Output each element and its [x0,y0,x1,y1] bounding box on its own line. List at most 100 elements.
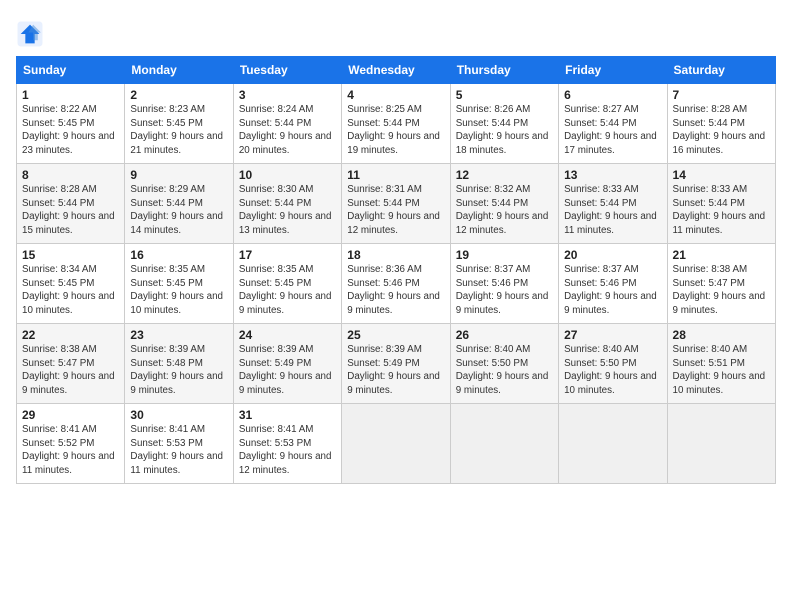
day-number: 4 [347,88,444,102]
day-number: 22 [22,328,119,342]
day-detail: Sunrise: 8:39 AMSunset: 5:49 PMDaylight:… [239,344,332,396]
calendar-cell: 24 Sunrise: 8:39 AMSunset: 5:49 PMDayligh… [233,324,341,404]
logo [16,20,46,48]
day-number: 16 [130,248,227,262]
day-number: 18 [347,248,444,262]
day-detail: Sunrise: 8:28 AMSunset: 5:44 PMDaylight:… [22,184,115,236]
day-detail: Sunrise: 8:39 AMSunset: 5:49 PMDaylight:… [347,344,440,396]
calendar-cell: 2 Sunrise: 8:23 AMSunset: 5:45 PMDaylight… [125,84,233,164]
day-detail: Sunrise: 8:35 AMSunset: 5:45 PMDaylight:… [130,264,223,316]
day-number: 5 [456,88,553,102]
weekday-header-wednesday: Wednesday [342,57,450,84]
day-detail: Sunrise: 8:30 AMSunset: 5:44 PMDaylight:… [239,184,332,236]
day-number: 9 [130,168,227,182]
weekday-header-saturday: Saturday [667,57,775,84]
calendar-cell: 29 Sunrise: 8:41 AMSunset: 5:52 PMDayligh… [17,404,125,484]
weekday-header-tuesday: Tuesday [233,57,341,84]
calendar-cell: 6Sunrise: 8:27 AMSunset: 5:44 PMDaylight… [559,84,667,164]
calendar-cell: 11Sunrise: 8:31 AMSunset: 5:44 PMDayligh… [342,164,450,244]
day-detail: Sunrise: 8:40 AMSunset: 5:50 PMDaylight:… [456,344,549,396]
calendar-cell: 5 Sunrise: 8:26 AMSunset: 5:44 PMDaylight… [450,84,558,164]
calendar-cell: 23 Sunrise: 8:39 AMSunset: 5:48 PMDayligh… [125,324,233,404]
day-number: 27 [564,328,661,342]
calendar-cell: 12 Sunrise: 8:32 AMSunset: 5:44 PMDayligh… [450,164,558,244]
day-number: 24 [239,328,336,342]
calendar-table: SundayMondayTuesdayWednesdayThursdayFrid… [16,56,776,484]
day-detail: Sunrise: 8:38 AMSunset: 5:47 PMDaylight:… [673,264,766,316]
weekday-header-sunday: Sunday [17,57,125,84]
calendar-cell: 22 Sunrise: 8:38 AMSunset: 5:47 PMDayligh… [17,324,125,404]
day-number: 14 [673,168,770,182]
day-detail: Sunrise: 8:40 AMSunset: 5:50 PMDaylight:… [564,344,657,396]
day-detail: Sunrise: 8:40 AMSunset: 5:51 PMDaylight:… [673,344,766,396]
day-detail: Sunrise: 8:36 AMSunset: 5:46 PMDaylight:… [347,264,440,316]
day-number: 12 [456,168,553,182]
day-detail: Sunrise: 8:23 AMSunset: 5:45 PMDaylight:… [130,104,223,156]
calendar-cell: 10 Sunrise: 8:30 AMSunset: 5:44 PMDayligh… [233,164,341,244]
calendar-week-row: 1Sunrise: 8:22 AMSunset: 5:45 PMDaylight… [17,84,776,164]
day-number: 21 [673,248,770,262]
page-container: SundayMondayTuesdayWednesdayThursdayFrid… [0,0,792,492]
weekday-header-friday: Friday [559,57,667,84]
day-number: 13 [564,168,661,182]
calendar-cell: 14 Sunrise: 8:33 AMSunset: 5:44 PMDayligh… [667,164,775,244]
calendar-week-row: 15 Sunrise: 8:34 AMSunset: 5:45 PMDayligh… [17,244,776,324]
day-detail: Sunrise: 8:25 AMSunset: 5:44 PMDaylight:… [347,104,440,156]
calendar-cell: 25 Sunrise: 8:39 AMSunset: 5:49 PMDayligh… [342,324,450,404]
calendar-cell: 13Sunrise: 8:33 AMSunset: 5:44 PMDayligh… [559,164,667,244]
day-detail: Sunrise: 8:41 AMSunset: 5:53 PMDaylight:… [130,424,223,476]
calendar-week-row: 29 Sunrise: 8:41 AMSunset: 5:52 PMDayligh… [17,404,776,484]
calendar-cell: 18 Sunrise: 8:36 AMSunset: 5:46 PMDayligh… [342,244,450,324]
logo-icon [16,20,44,48]
day-number: 25 [347,328,444,342]
day-number: 2 [130,88,227,102]
day-detail: Sunrise: 8:32 AMSunset: 5:44 PMDaylight:… [456,184,549,236]
header [16,16,776,48]
day-detail: Sunrise: 8:24 AMSunset: 5:44 PMDaylight:… [239,104,332,156]
calendar-cell [559,404,667,484]
calendar-cell: 28Sunrise: 8:40 AMSunset: 5:51 PMDayligh… [667,324,775,404]
day-detail: Sunrise: 8:34 AMSunset: 5:45 PMDaylight:… [22,264,115,316]
day-detail: Sunrise: 8:38 AMSunset: 5:47 PMDaylight:… [22,344,115,396]
day-detail: Sunrise: 8:26 AMSunset: 5:44 PMDaylight:… [456,104,549,156]
calendar-cell: 16 Sunrise: 8:35 AMSunset: 5:45 PMDayligh… [125,244,233,324]
calendar-cell: 3 Sunrise: 8:24 AMSunset: 5:44 PMDaylight… [233,84,341,164]
day-number: 20 [564,248,661,262]
day-detail: Sunrise: 8:41 AMSunset: 5:52 PMDaylight:… [22,424,115,476]
day-number: 23 [130,328,227,342]
calendar-cell: 21 Sunrise: 8:38 AMSunset: 5:47 PMDayligh… [667,244,775,324]
day-number: 7 [673,88,770,102]
weekday-header-thursday: Thursday [450,57,558,84]
calendar-cell [342,404,450,484]
day-number: 8 [22,168,119,182]
day-detail: Sunrise: 8:37 AMSunset: 5:46 PMDaylight:… [456,264,549,316]
day-number: 31 [239,408,336,422]
day-number: 29 [22,408,119,422]
day-detail: Sunrise: 8:39 AMSunset: 5:48 PMDaylight:… [130,344,223,396]
calendar-cell: 26 Sunrise: 8:40 AMSunset: 5:50 PMDayligh… [450,324,558,404]
day-detail: Sunrise: 8:27 AMSunset: 5:44 PMDaylight:… [564,104,657,156]
calendar-cell: 4 Sunrise: 8:25 AMSunset: 5:44 PMDaylight… [342,84,450,164]
calendar-cell: 20 Sunrise: 8:37 AMSunset: 5:46 PMDayligh… [559,244,667,324]
calendar-cell: 15 Sunrise: 8:34 AMSunset: 5:45 PMDayligh… [17,244,125,324]
day-number: 26 [456,328,553,342]
day-number: 3 [239,88,336,102]
day-number: 30 [130,408,227,422]
calendar-week-row: 22 Sunrise: 8:38 AMSunset: 5:47 PMDayligh… [17,324,776,404]
calendar-cell [450,404,558,484]
day-number: 10 [239,168,336,182]
calendar-cell: 27 Sunrise: 8:40 AMSunset: 5:50 PMDayligh… [559,324,667,404]
day-detail: Sunrise: 8:41 AMSunset: 5:53 PMDaylight:… [239,424,332,476]
day-detail: Sunrise: 8:31 AMSunset: 5:44 PMDaylight:… [347,184,440,236]
calendar-cell: 17Sunrise: 8:35 AMSunset: 5:45 PMDayligh… [233,244,341,324]
day-detail: Sunrise: 8:29 AMSunset: 5:44 PMDaylight:… [130,184,223,236]
day-detail: Sunrise: 8:33 AMSunset: 5:44 PMDaylight:… [673,184,766,236]
day-number: 15 [22,248,119,262]
calendar-cell: 9 Sunrise: 8:29 AMSunset: 5:44 PMDaylight… [125,164,233,244]
weekday-header-monday: Monday [125,57,233,84]
calendar-cell: 19Sunrise: 8:37 AMSunset: 5:46 PMDayligh… [450,244,558,324]
calendar-cell: 31 Sunrise: 8:41 AMSunset: 5:53 PMDayligh… [233,404,341,484]
day-detail: Sunrise: 8:37 AMSunset: 5:46 PMDaylight:… [564,264,657,316]
day-detail: Sunrise: 8:22 AMSunset: 5:45 PMDaylight:… [22,104,115,156]
calendar-week-row: 8 Sunrise: 8:28 AMSunset: 5:44 PMDaylight… [17,164,776,244]
